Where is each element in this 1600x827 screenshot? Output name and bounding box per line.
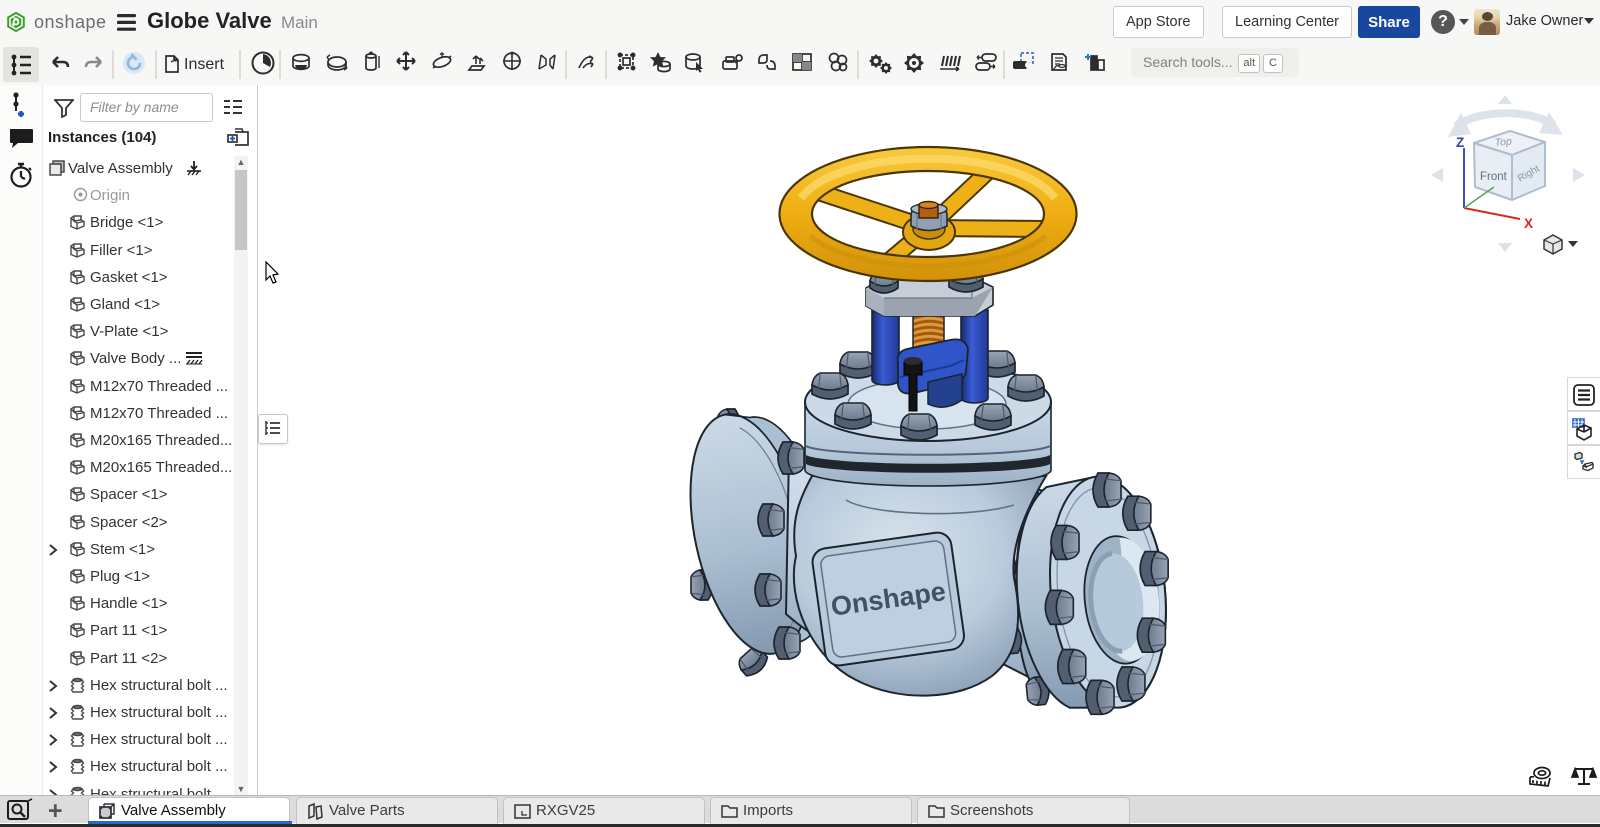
svg-text:Top: Top [1494,136,1512,149]
svg-text:Insert: Insert [184,56,225,73]
svg-text:Front: Front [1480,171,1508,183]
svg-text:Z: Z [1456,135,1464,150]
svg-text:X: X [1524,216,1533,231]
